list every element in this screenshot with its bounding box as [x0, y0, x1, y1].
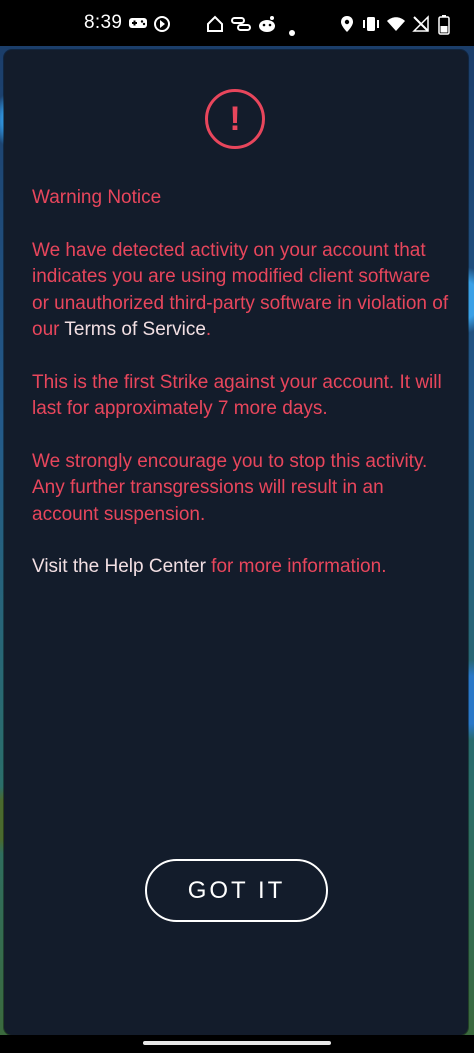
warning-dialog: ! Warning Notice We have detected activi…	[4, 50, 468, 1035]
paragraph-help: Visit the Help Center for more informati…	[32, 554, 452, 581]
wifi-icon	[386, 15, 406, 38]
alert-icon: !	[205, 89, 265, 149]
location-icon	[340, 15, 354, 38]
home-gesture-handle[interactable]	[143, 1041, 331, 1045]
link-icon	[231, 15, 251, 38]
status-bar: 8:39	[0, 0, 474, 46]
warning-message: Warning Notice We have detected activity…	[32, 185, 452, 607]
battery-icon	[438, 15, 450, 40]
dot-icon	[289, 20, 295, 41]
reddit-icon	[257, 15, 277, 38]
alert-glyph: !	[229, 100, 241, 138]
paragraph-violation: We have detected activity on your accoun…	[32, 238, 452, 344]
sync-icon	[153, 15, 171, 38]
no-signal-icon	[412, 15, 430, 38]
got-it-button[interactable]: GOT IT	[145, 859, 328, 922]
help-suffix: for more information.	[205, 556, 387, 577]
paragraph-strike: This is the first Strike against your ac…	[32, 371, 442, 420]
paragraph-violation-suffix: .	[205, 319, 212, 340]
help-center-link[interactable]: Visit the Help Center	[32, 556, 206, 577]
status-time: 8:39	[84, 12, 123, 33]
terms-of-service-link[interactable]: Terms of Service	[64, 319, 205, 340]
vibrate-icon	[362, 15, 380, 38]
gamepad-icon	[128, 15, 148, 36]
paragraph-encourage: We strongly encourage you to stop this a…	[32, 450, 428, 525]
home-icon	[206, 15, 224, 38]
dialog-title: Warning Notice	[32, 187, 162, 208]
navigation-bar	[0, 1035, 474, 1053]
